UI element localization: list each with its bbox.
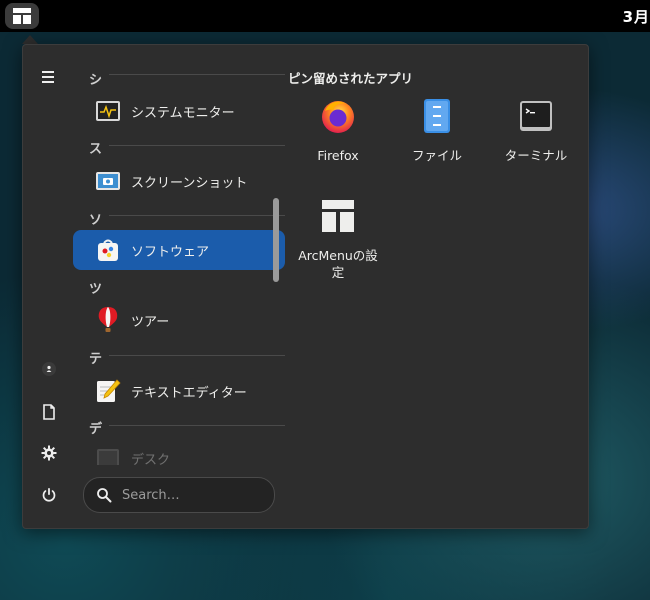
search-box[interactable]	[83, 477, 275, 513]
top-bar: 3月	[0, 0, 650, 32]
system-monitor-icon	[95, 98, 121, 124]
section-header: ツ	[89, 282, 103, 297]
files-icon	[418, 97, 456, 135]
section-header: ソ	[89, 213, 103, 228]
app-list[interactable]: シ システムモニター ス スクリーンショット ソ ソフトウェア ツ ツアー テ …	[73, 63, 285, 465]
pinned-apps-title: ピン留めされたアプリ	[288, 71, 414, 86]
pinned-app-firefox[interactable]: Firefox	[288, 89, 388, 185]
app-item-tour[interactable]: ツアー	[73, 300, 285, 340]
power-icon[interactable]	[37, 483, 61, 507]
app-item-software[interactable]: ソフトウェア	[73, 230, 285, 270]
app-label: ソフトウェア	[131, 244, 210, 260]
app-label: デスク	[131, 452, 171, 466]
software-icon	[95, 237, 121, 263]
pinned-app-label: ファイル	[411, 148, 462, 163]
firefox-icon	[319, 97, 357, 135]
app-item-screenshot[interactable]: スクリーンショット	[73, 161, 285, 201]
app-label: ツアー	[131, 314, 170, 330]
section-divider	[109, 215, 285, 216]
pinned-app-terminal[interactable]: ターミナル	[486, 89, 586, 185]
arcmenu-settings-icon	[319, 197, 357, 235]
section-divider	[109, 74, 285, 75]
pinned-app-label: Firefox	[317, 148, 359, 163]
desk-icon	[95, 445, 121, 465]
app-item-system-monitor[interactable]: システムモニター	[73, 91, 285, 131]
menu-pointer-arrow	[22, 35, 38, 44]
terminal-icon	[517, 97, 555, 135]
tour-balloon-icon	[95, 307, 121, 333]
section-header: テ	[89, 352, 103, 367]
app-item-text-editor[interactable]: テキストエディター	[73, 371, 285, 411]
clock[interactable]: 3月	[623, 6, 650, 27]
document-icon[interactable]	[37, 400, 61, 424]
gear-icon[interactable]	[37, 441, 61, 465]
search-icon	[97, 488, 112, 503]
app-item-desk[interactable]: デスク	[73, 438, 285, 465]
text-editor-icon	[95, 378, 121, 404]
screenshot-icon	[95, 168, 121, 194]
arcmenu-panel: シ システムモニター ス スクリーンショット ソ ソフトウェア ツ ツアー テ …	[22, 44, 589, 529]
user-icon[interactable]	[37, 357, 61, 381]
app-label: システムモニター	[131, 105, 235, 121]
section-divider	[109, 425, 285, 426]
app-label: スクリーンショット	[131, 175, 248, 191]
pinned-app-files[interactable]: ファイル	[387, 89, 487, 185]
pinned-app-label: ArcMenuの設定	[298, 248, 378, 280]
pinned-app-label: ターミナル	[504, 148, 568, 163]
pinned-app-arcmenu-settings[interactable]: ArcMenuの設定	[288, 189, 388, 285]
arcmenu-button[interactable]	[5, 3, 39, 29]
section-header: ス	[89, 142, 103, 157]
section-header: シ	[89, 73, 103, 88]
search-input[interactable]	[120, 486, 264, 504]
arcmenu-icon	[13, 8, 31, 24]
section-divider	[109, 355, 285, 356]
section-header: デ	[89, 422, 103, 437]
app-label: テキストエディター	[131, 385, 247, 401]
app-list-scrollbar[interactable]	[273, 198, 279, 282]
menu-lines-icon[interactable]	[37, 65, 61, 89]
section-divider	[109, 145, 285, 146]
